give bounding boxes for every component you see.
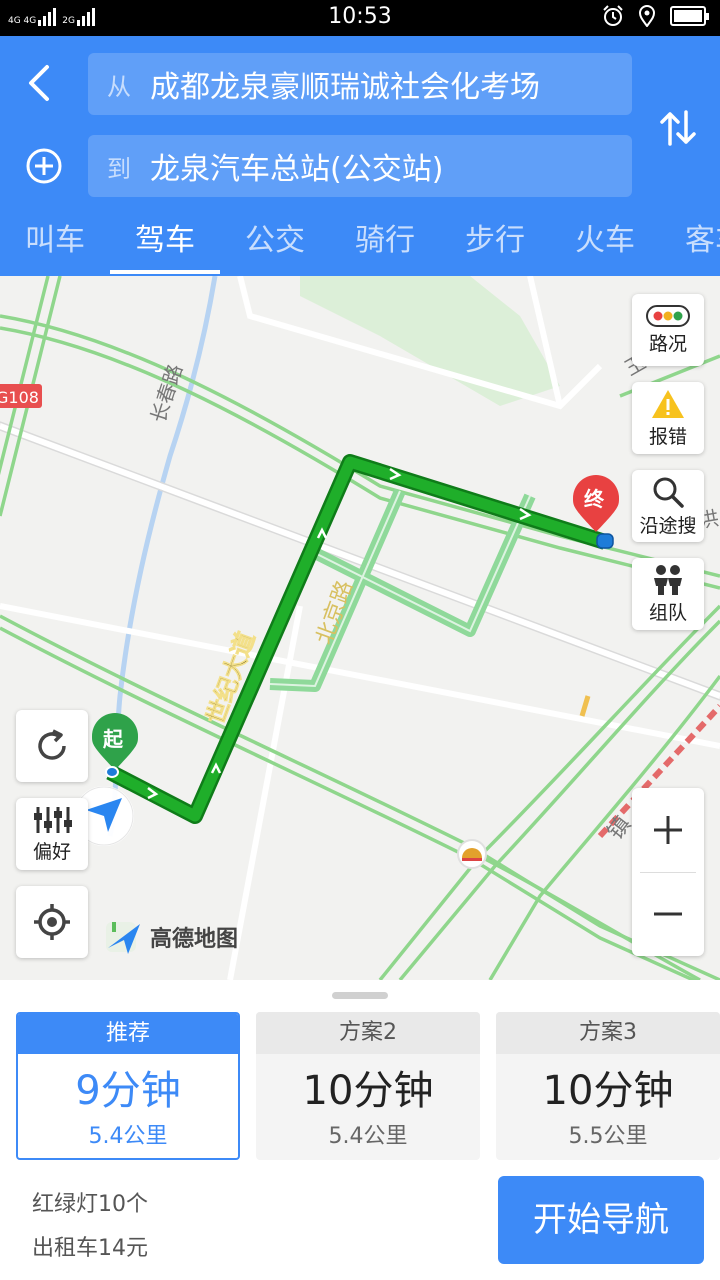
team-button[interactable]: 组队 <box>632 558 704 630</box>
plan-title: 方案3 <box>496 1012 720 1054</box>
chevron-left-icon <box>29 65 49 101</box>
route-preference-button[interactable]: 偏好 <box>16 798 88 870</box>
zoom-control <box>632 788 704 956</box>
taxi-fare: 出租车14元 <box>32 1236 148 1261</box>
refresh-route-button[interactable] <box>16 710 88 782</box>
crosshair-icon <box>34 904 70 940</box>
plan-distance: 5.4公里 <box>328 1124 408 1149</box>
start-marker-label: 起 <box>102 727 124 751</box>
start-navigation-button[interactable]: 开始导航 <box>498 1176 704 1264</box>
warning-icon <box>652 389 684 418</box>
location-icon <box>638 5 656 27</box>
preference-label: 偏好 <box>32 840 71 863</box>
plan-card-recommended[interactable]: 推荐 9分钟 5.4公里 <box>16 1012 240 1160</box>
traffic-button[interactable]: 路况 <box>632 294 704 366</box>
zoom-in-button[interactable] <box>632 788 704 872</box>
add-waypoint-button[interactable] <box>24 146 64 186</box>
back-button[interactable] <box>14 58 64 108</box>
plan-time: 10分钟 <box>302 1068 434 1114</box>
traffic-button-label: 路况 <box>648 332 687 355</box>
status-bar: 4G 4G 2G 10:53 <box>0 0 720 36</box>
amap-logo-text: 高德地图 <box>150 927 239 952</box>
plan-time: 10分钟 <box>542 1068 674 1114</box>
end-marker-label: 终 <box>584 487 605 511</box>
swap-arrows-icon <box>660 110 696 146</box>
map-canvas: 长春路 世纪大道 北京路 玉泉 洪果 镇 G108 起 终 <box>0 276 720 980</box>
locate-me-button[interactable] <box>16 886 88 958</box>
highway-badge-label: G108 <box>0 388 39 407</box>
traffic-lights-count: 红绿灯10个 <box>32 1192 148 1217</box>
tab-train[interactable]: 火车 <box>550 214 660 276</box>
plus-icon <box>654 816 682 844</box>
route-plans-panel: 推荐 9分钟 5.4公里 方案2 10分钟 5.4公里 方案3 10分钟 5.5… <box>0 980 720 1280</box>
amap-logo-icon <box>106 922 140 954</box>
start-marker[interactable]: 起 <box>92 713 138 778</box>
origin-value: 成都龙泉豪顺瑞诚社会化考场 <box>150 70 540 105</box>
swap-route-button[interactable] <box>656 106 700 150</box>
search-icon <box>653 477 684 508</box>
zoom-out-button[interactable] <box>632 872 704 956</box>
plan-card-2[interactable]: 方案2 10分钟 5.4公里 <box>256 1012 480 1160</box>
plan-distance: 5.4公里 <box>88 1124 168 1149</box>
origin-prefix: 从 <box>107 72 131 101</box>
tab-drive[interactable]: 驾车 <box>110 214 220 276</box>
minus-icon <box>654 912 682 916</box>
plus-circle-icon <box>26 148 62 184</box>
plan-card-3[interactable]: 方案3 10分钟 5.5公里 <box>496 1012 720 1160</box>
search-along-route-button[interactable]: 沿途搜 <box>632 470 704 542</box>
alternate-routes <box>269 488 536 692</box>
destination-value: 龙泉汽车总站(公交站) <box>150 152 444 187</box>
alarm-icon <box>603 5 623 26</box>
battery-icon <box>670 6 709 26</box>
origin-field[interactable]: 从 成都龙泉豪顺瑞诚社会化考场 <box>88 53 632 115</box>
tab-coach[interactable]: 客车 <box>660 214 720 276</box>
refresh-icon <box>38 729 66 760</box>
report-error-button[interactable]: 报错 <box>632 382 704 454</box>
team-button-label: 组队 <box>648 601 687 624</box>
destination-field[interactable]: 到 龙泉汽车总站(公交站) <box>88 135 632 197</box>
report-error-label: 报错 <box>648 425 687 448</box>
route-header: 从 成都龙泉豪顺瑞诚社会化考场 到 龙泉汽车总站(公交站) 叫车 驾车 公交 骑… <box>0 36 720 276</box>
traffic-light-icon <box>646 304 690 327</box>
tab-taxi[interactable]: 叫车 <box>0 214 110 276</box>
drag-handle[interactable] <box>332 992 388 999</box>
plan-time: 9分钟 <box>75 1068 181 1114</box>
plan-distance: 5.5公里 <box>568 1124 648 1149</box>
tab-bike[interactable]: 骑行 <box>330 214 440 276</box>
destination-prefix: 到 <box>107 154 131 183</box>
amap-logo: 高德地图 <box>104 918 238 956</box>
travel-mode-tabs: 叫车 驾车 公交 骑行 步行 火车 客车 <box>0 214 720 276</box>
search-along-label: 沿途搜 <box>639 514 697 537</box>
plan-title: 方案2 <box>256 1012 480 1054</box>
sliders-icon <box>34 806 72 833</box>
team-people-icon <box>654 564 682 595</box>
tab-bus[interactable]: 公交 <box>220 214 330 276</box>
minor-roads <box>0 276 720 980</box>
map-view[interactable]: 长春路 世纪大道 北京路 玉泉 洪果 镇 G108 起 终 <box>0 276 720 980</box>
tab-walk[interactable]: 步行 <box>440 214 550 276</box>
plan-title: 推荐 <box>18 1014 238 1054</box>
